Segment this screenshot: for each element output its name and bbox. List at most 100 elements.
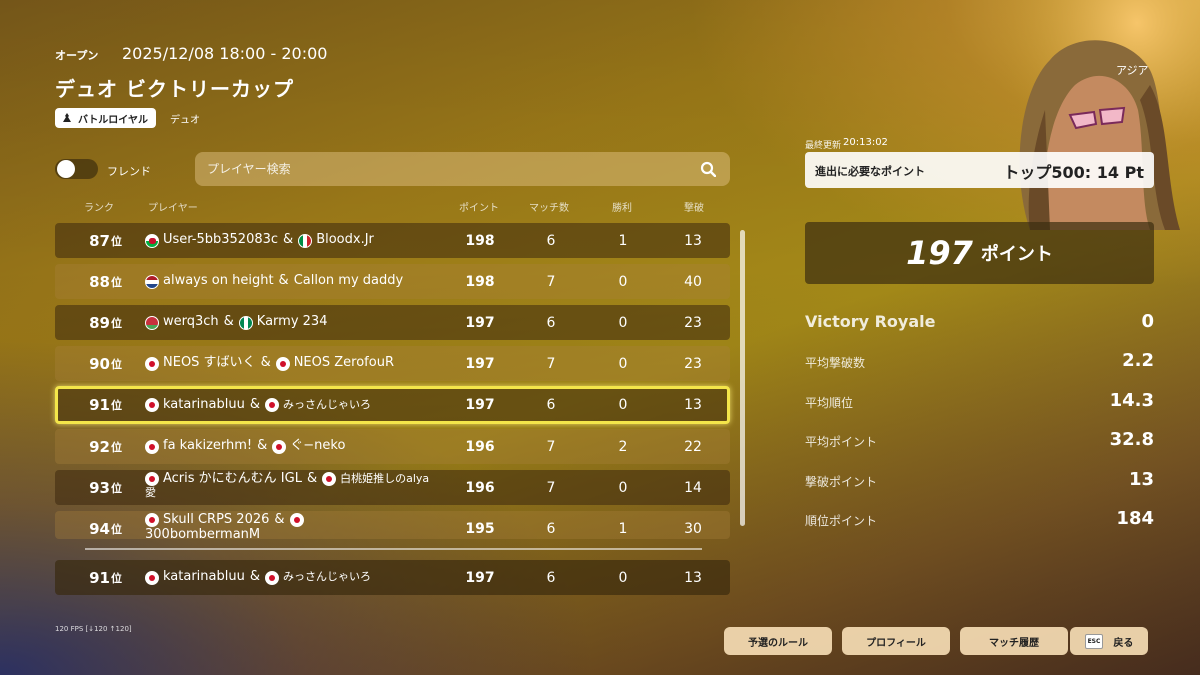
search-input[interactable] [207, 152, 677, 186]
player-cell: katarinabluu & みっさんじゃいろ [145, 389, 445, 421]
points-cell: 198 [465, 273, 495, 290]
points-cell: 197 [465, 569, 495, 586]
japan-flag-icon [264, 398, 279, 412]
kills-cell: 14 [684, 479, 702, 496]
table-row[interactable]: 88 位 always on height & Callon my daddy 198… [55, 264, 730, 299]
wins-cell: 0 [618, 273, 628, 290]
rank-cell: 91 位 [89, 396, 122, 414]
table-row-highlighted[interactable]: 91 位 katarinabluu & みっさんじゃいろ 197 6 0 13 [55, 386, 730, 424]
rules-button[interactable]: 予選のルール [724, 627, 832, 655]
japan-flag-icon [289, 513, 304, 528]
japan-flag-icon [264, 570, 279, 585]
page-title: デュオ ビクトリーカップ [55, 77, 294, 101]
kills-cell: 13 [684, 397, 702, 413]
event-status: オープン [55, 49, 99, 62]
japan-flag-icon [322, 472, 337, 487]
player-cell: NEOS すばいく & NEOS ZerofouR [145, 346, 445, 381]
wins-cell: 0 [618, 397, 628, 413]
table-row[interactable]: 92 位 fa kakizerhm! & ぐ−neko 196 7 2 22 [55, 429, 730, 464]
stat-label-placement-points: 順位ポイント [805, 514, 878, 528]
rank-cell: 91 位 [89, 568, 122, 587]
column-header-rank: ランク [84, 203, 114, 214]
stat-value-avg-points: 32.8 [1109, 429, 1154, 450]
matches-cell: 6 [546, 569, 556, 586]
required-points-value: トップ500: 14 Pt [1003, 163, 1144, 182]
stat-value-avg-placement: 14.3 [1109, 390, 1154, 411]
kills-cell: 23 [684, 355, 702, 372]
player-cell: User-5bb352083c & Bloodx.Jr [145, 223, 445, 258]
wins-cell: 0 [618, 314, 628, 331]
player-cell: werq3ch & Karmy 234 [145, 305, 445, 340]
scrollbar-thumb[interactable] [740, 230, 745, 526]
rank-cell: 88 位 [89, 272, 122, 291]
match-history-button[interactable]: マッチ履歴 [960, 627, 1068, 655]
japan-flag-icon [145, 356, 159, 371]
wins-cell: 1 [618, 520, 628, 537]
table-row[interactable]: 93 位 Acris かにむんむん IGL & 白桃姫推しのalya 愛 196 7 … [55, 470, 730, 505]
points-cell: 197 [465, 314, 495, 331]
japan-flag-icon [145, 570, 159, 585]
event-datetime: 2025/12/08 18:00 - 20:00 [122, 44, 328, 63]
character-portrait-image [990, 0, 1200, 230]
rank-cell: 93 位 [89, 478, 122, 497]
table-row[interactable]: 90 位 NEOS すばいく & NEOS ZerofouR 197 7 0 23 [55, 346, 730, 381]
kills-cell: 22 [684, 438, 702, 455]
table-row[interactable]: 87 位 User-5bb352083c & Bloodx.Jr 198 6 1 13 [55, 223, 730, 258]
column-header-wins: 勝利 [612, 203, 632, 214]
stat-label-avg-kills: 平均撃破数 [805, 356, 866, 370]
wins-cell: 0 [618, 479, 628, 496]
stat-label-victory-royale: Victory Royale [805, 312, 936, 331]
italy-flag-icon [298, 233, 313, 248]
matches-cell: 7 [546, 479, 556, 496]
matches-cell: 6 [546, 314, 556, 331]
points-cell: 197 [465, 397, 495, 413]
back-button[interactable]: ESC 戻る [1070, 627, 1148, 655]
search-icon[interactable] [700, 161, 716, 177]
mode-badge: バトルロイヤル [55, 108, 156, 128]
wins-cell: 1 [618, 232, 628, 249]
netherlands-flag-icon [145, 274, 159, 289]
wins-cell: 0 [618, 355, 628, 372]
column-header-points: ポイント [459, 203, 499, 214]
japan-flag-icon [272, 439, 287, 454]
stat-value-placement-points: 184 [1116, 508, 1154, 529]
friend-toggle-label: フレンド [107, 165, 151, 178]
current-user-row[interactable]: 91 位 katarinabluu & みっさんじゃいろ 197 6 0 13 [55, 560, 730, 595]
player-cell: katarinabluu & みっさんじゃいろ [145, 560, 445, 595]
matches-cell: 7 [546, 273, 556, 290]
table-row[interactable]: 94 位 Skull CRPS 2026 & 300bombermanM 195 6… [55, 511, 730, 539]
points-cell: 198 [465, 232, 495, 249]
fps-counter: 120 FPS [↓120 ↑120] [55, 625, 132, 633]
rank-cell: 94 位 [89, 519, 122, 538]
japan-flag-icon [145, 472, 159, 487]
japan-flag-icon [275, 356, 290, 371]
stat-label-avg-points: 平均ポイント [805, 435, 878, 449]
rank-cell: 92 位 [89, 437, 122, 456]
stat-value-victory-royale: 0 [1141, 311, 1154, 332]
matches-cell: 7 [546, 438, 556, 455]
player-cell: always on height & Callon my daddy [145, 264, 445, 299]
mode-badge-label: バトルロイヤル [78, 114, 148, 126]
profile-button[interactable]: プロフィール [842, 627, 950, 655]
points-cell: 196 [465, 438, 495, 455]
toggle-knob [57, 160, 75, 178]
mode-sub-label: デュオ [170, 115, 200, 126]
kills-cell: 13 [684, 569, 702, 586]
matches-cell: 6 [546, 520, 556, 537]
total-points-value: 197 [906, 234, 973, 272]
stat-value-kill-points: 13 [1128, 469, 1154, 490]
points-cell: 195 [465, 520, 495, 537]
japan-flag-icon [145, 513, 159, 528]
table-row[interactable]: 89 位 werq3ch & Karmy 234 197 6 0 23 [55, 305, 730, 340]
total-points-box: 197 ポイント [805, 222, 1154, 284]
friend-toggle[interactable] [55, 159, 98, 179]
stat-label-avg-placement: 平均順位 [805, 396, 854, 410]
nigeria-flag-icon [238, 315, 253, 330]
stat-label-kill-points: 撃破ポイント [805, 475, 878, 489]
japan-flag-icon [145, 439, 159, 454]
qualification-requirement-box: 進出に必要なポイント トップ500: 14 Pt [805, 152, 1154, 188]
last-updated-time: 20:13:02 [843, 137, 888, 148]
column-header-player: プレイヤー [148, 203, 198, 214]
matches-cell: 6 [546, 397, 556, 413]
japan-flag-icon [145, 398, 159, 412]
